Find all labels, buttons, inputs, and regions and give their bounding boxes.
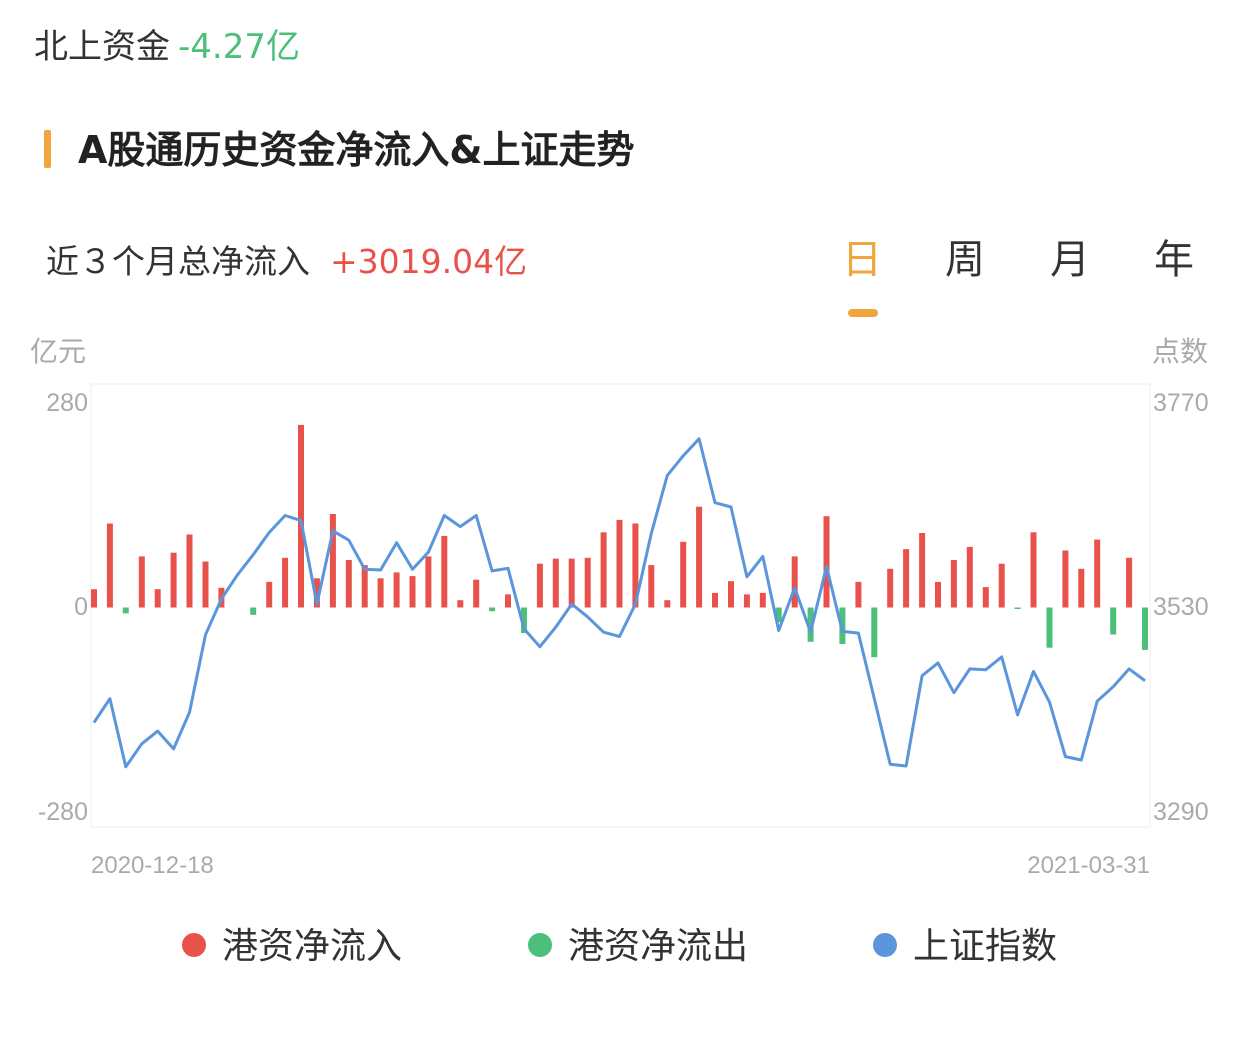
inflow-bar [91, 589, 97, 608]
left-tick-zero: 0 [74, 593, 88, 621]
outflow-bar [1014, 607, 1021, 609]
tab-day[interactable]: 日 [832, 232, 892, 288]
inflow-bar [982, 587, 989, 608]
inflow-bar [998, 563, 1005, 608]
inflow-bar [696, 506, 703, 608]
left-axis-unit: 亿元 [30, 335, 87, 368]
inflow-bar [584, 557, 591, 608]
net-inflow-label: 近３个月总净流入 [46, 242, 310, 281]
right-tick-mid: 3530 [1153, 593, 1209, 621]
left-tick-bottom: -280 [38, 798, 88, 826]
inflow-bar [791, 556, 798, 608]
outflow-bar [871, 607, 878, 658]
northbound-value: -4.27亿 [178, 27, 300, 67]
inflow-bar [170, 552, 177, 608]
inflow-bar [935, 581, 941, 608]
inflow-bar [680, 541, 687, 608]
left-tick-top: 280 [46, 389, 88, 417]
index-dot-icon [873, 933, 897, 957]
inflow-bar [266, 581, 273, 608]
inflow-bar [823, 516, 830, 608]
inflow-bar [361, 565, 368, 608]
legend-outflow[interactable]: 港资净流出 [528, 922, 748, 972]
inflow-bar [1078, 568, 1085, 608]
outflow-bar [1142, 607, 1148, 650]
inflow-bar [648, 565, 655, 608]
section-title: A股通历史资金净流入&上证走势 [78, 128, 635, 172]
inflow-bar [743, 594, 750, 608]
inflow-bar [568, 558, 575, 608]
inflow-bar [536, 563, 543, 608]
section-accent-bar [44, 130, 51, 168]
inflow-bar [616, 519, 623, 608]
outflow-bar [489, 607, 496, 612]
inflow-bar [425, 556, 432, 608]
legend-index[interactable]: 上证指数 [873, 922, 1057, 972]
legend-outflow-label: 港资净流出 [568, 926, 749, 967]
net-inflow-value: +3019.04亿 [330, 242, 528, 281]
tab-year[interactable]: 年 [1144, 232, 1204, 288]
inflow-bar [409, 576, 416, 608]
inflow-bar [552, 558, 559, 608]
outflow-bar [1110, 607, 1117, 635]
inflow-bar [106, 523, 113, 608]
x-start-date: 2020-12-18 [91, 852, 214, 879]
inflow-bar [345, 560, 352, 608]
outflow-dot-icon [528, 933, 552, 957]
net-inflow-summary: 近３个月总净流入 +3019.04亿 [46, 237, 527, 287]
inflow-bar [1126, 557, 1133, 608]
inflow-bar [966, 546, 973, 608]
tab-month[interactable]: 月 [1040, 232, 1100, 288]
legend-inflow-label: 港资净流入 [222, 926, 403, 967]
inflow-bar [1062, 550, 1069, 608]
northbound-summary: 北上资金 -4.27亿 [34, 22, 300, 72]
inflow-bar [298, 424, 304, 608]
inflow-bar [202, 561, 209, 608]
inflow-dot-icon [182, 933, 206, 957]
inflow-bar [441, 535, 448, 608]
inflow-bar [1094, 539, 1101, 608]
inflow-bar [505, 594, 511, 608]
inflow-bar [919, 533, 926, 608]
inflow-bar [728, 581, 734, 608]
right-tick-bottom: 3290 [1153, 798, 1209, 826]
flow-index-chart: 280 0 -280 3770 3530 3290 2020-12-18 202… [38, 383, 1209, 879]
legend-index-label: 上证指数 [913, 926, 1058, 967]
inflow-bar [377, 578, 384, 608]
right-axis-unit: 点数 [1152, 335, 1209, 368]
inflow-bar [186, 534, 193, 608]
inflow-bar [600, 532, 607, 608]
inflow-bar [759, 592, 766, 608]
tab-week[interactable]: 周 [935, 232, 995, 288]
right-tick-top: 3770 [1153, 389, 1209, 417]
inflow-bar [329, 514, 336, 608]
flow-bars [91, 424, 1148, 658]
inflow-bar [457, 600, 464, 608]
outflow-bar [1046, 607, 1053, 648]
inflow-bar [393, 572, 400, 608]
inflow-bar [1030, 532, 1037, 608]
outflow-bar [122, 607, 129, 614]
inflow-bar [282, 557, 289, 608]
inflow-bar [887, 568, 894, 608]
inflow-bar [138, 556, 145, 608]
inflow-bar [903, 549, 910, 608]
legend-inflow[interactable]: 港资净流入 [182, 922, 402, 972]
northbound-label: 北上资金 [34, 27, 170, 67]
inflow-bar [712, 592, 718, 608]
inflow-bar [950, 560, 957, 608]
x-end-date: 2021-03-31 [1027, 852, 1150, 879]
active-tab-indicator [848, 309, 878, 317]
inflow-bar [664, 600, 671, 608]
inflow-bar [473, 579, 480, 608]
inflow-bar [855, 581, 862, 608]
outflow-bar [250, 607, 257, 615]
inflow-bar [154, 589, 161, 608]
